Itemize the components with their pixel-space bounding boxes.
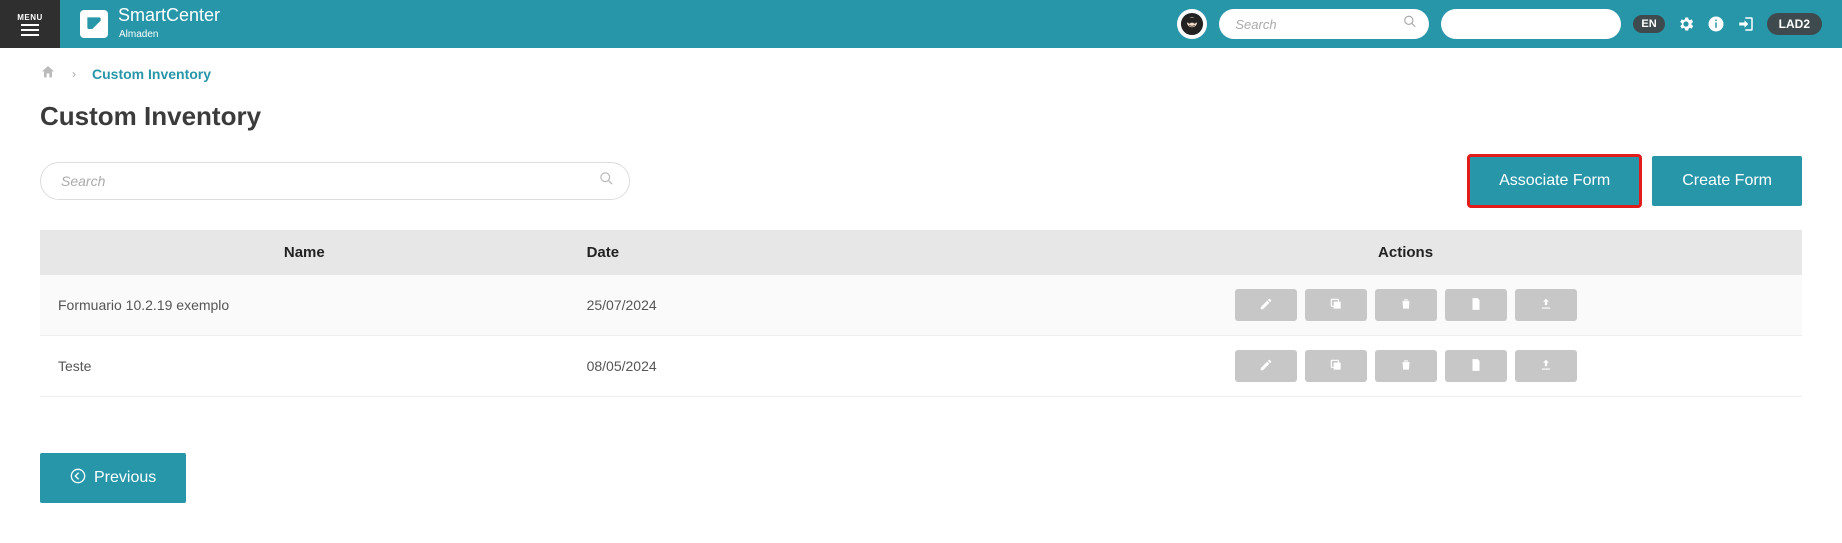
upload-icon (1539, 297, 1553, 314)
upload-button[interactable] (1515, 289, 1577, 321)
arrow-left-icon (70, 468, 86, 489)
breadcrumb: › Custom Inventory (0, 48, 1842, 91)
document-icon (1469, 297, 1483, 314)
delete-icon (1399, 297, 1413, 314)
col-name: Name (40, 230, 569, 275)
copy-button[interactable] (1305, 289, 1367, 321)
upload-icon (1539, 358, 1553, 375)
language-badge[interactable]: EN (1633, 15, 1664, 33)
cell-name: Teste (40, 336, 569, 397)
environment-badge: LAD2 (1767, 13, 1822, 35)
cell-date: 25/07/2024 (569, 275, 1010, 336)
logout-icon[interactable] (1737, 15, 1755, 33)
document-button[interactable] (1445, 350, 1507, 382)
delete-icon (1399, 358, 1413, 375)
local-search-input[interactable] (40, 162, 630, 200)
edit-icon (1259, 297, 1273, 314)
col-date: Date (569, 230, 1010, 275)
edit-button[interactable] (1235, 350, 1297, 382)
page-content: Custom Inventory Associate Form Create F… (0, 91, 1842, 543)
copy-icon (1329, 297, 1343, 314)
col-actions: Actions (1009, 230, 1802, 275)
delete-button[interactable] (1375, 350, 1437, 382)
brand-sub: Almaden (119, 29, 158, 40)
upload-button[interactable] (1515, 350, 1577, 382)
table-header-row: Name Date Actions (40, 230, 1802, 275)
app-header: MENU SmartCenter Almaden EN (0, 0, 1842, 48)
edit-icon (1259, 358, 1273, 375)
breadcrumb-separator: › (72, 67, 76, 81)
document-icon (1469, 358, 1483, 375)
local-search-wrap (40, 162, 630, 200)
page-title: Custom Inventory (40, 101, 1802, 132)
logo-text: SmartCenter Almaden (118, 6, 220, 42)
create-form-button[interactable]: Create Form (1652, 156, 1802, 206)
associate-form-button[interactable]: Associate Form (1469, 156, 1640, 206)
info-icon[interactable] (1707, 15, 1725, 33)
header-right: EN LAD2 (1177, 9, 1842, 39)
copy-icon (1329, 358, 1343, 375)
breadcrumb-current[interactable]: Custom Inventory (92, 66, 211, 82)
cell-date: 08/05/2024 (569, 336, 1010, 397)
previous-label: Previous (94, 469, 156, 487)
cell-name: Formuario 10.2.19 exemplo (40, 275, 569, 336)
document-button[interactable] (1445, 289, 1507, 321)
cell-actions (1009, 336, 1802, 397)
delete-button[interactable] (1375, 289, 1437, 321)
table-row: Formuario 10.2.19 exemplo25/07/2024 (40, 275, 1802, 336)
brand-name: SmartCenter (118, 6, 220, 24)
global-search-wrap (1219, 9, 1429, 39)
avatar[interactable] (1177, 9, 1207, 39)
cell-actions (1009, 275, 1802, 336)
logo-icon (80, 10, 108, 38)
menu-label: MENU (17, 13, 43, 22)
home-icon[interactable] (40, 64, 56, 83)
hamburger-icon (21, 24, 39, 36)
logo[interactable]: SmartCenter Almaden (80, 6, 220, 42)
copy-button[interactable] (1305, 350, 1367, 382)
global-search-input[interactable] (1219, 9, 1429, 39)
previous-button[interactable]: Previous (40, 453, 186, 503)
settings-icon[interactable] (1677, 15, 1695, 33)
toolbar: Associate Form Create Form (40, 156, 1802, 206)
inventory-table: Name Date Actions Formuario 10.2.19 exem… (40, 230, 1802, 397)
secondary-input[interactable] (1441, 9, 1621, 39)
menu-button[interactable]: MENU (0, 0, 60, 48)
table-row: Teste08/05/2024 (40, 336, 1802, 397)
edit-button[interactable] (1235, 289, 1297, 321)
